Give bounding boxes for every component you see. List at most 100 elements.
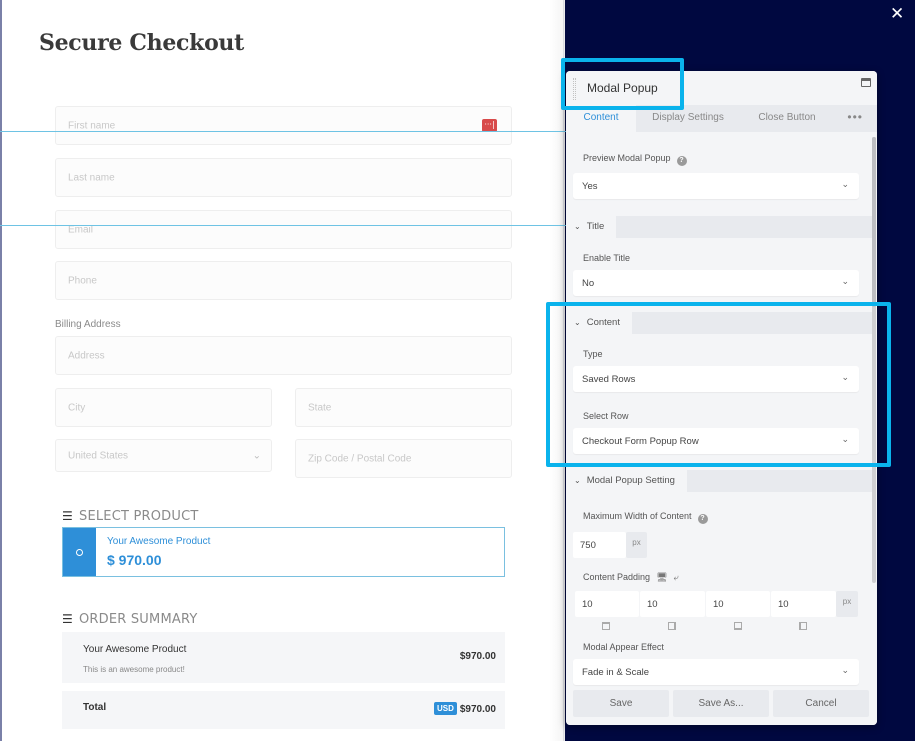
select-row-select[interactable]: Checkout Form Popup Row ⌄: [573, 428, 859, 454]
guide-line: [0, 225, 566, 226]
order-summary-heading: ☰ ORDER SUMMARY: [62, 612, 198, 627]
city-input[interactable]: City: [55, 388, 272, 427]
select-row-value: Checkout Form Popup Row: [582, 436, 699, 447]
scrollbar-thumb[interactable]: [872, 137, 876, 307]
chevron-down-icon: ⌄: [841, 434, 849, 444]
country-select[interactable]: United States ⌄: [55, 439, 272, 472]
chevron-down-icon: ⌄: [841, 276, 849, 286]
padding-left-icon: [799, 622, 807, 630]
last-name-input[interactable]: Last name: [55, 158, 512, 197]
country-value: United States: [68, 450, 129, 461]
tab-close-button[interactable]: Close Button: [744, 105, 830, 132]
guide-line: [0, 131, 566, 132]
padding-top-value: 10: [582, 599, 593, 610]
phone-input[interactable]: Phone: [55, 261, 512, 300]
padding-right-input[interactable]: 10: [640, 591, 705, 617]
panel-tabs: Content Display Settings Close Button ••…: [566, 105, 877, 132]
title-section-heading: Title: [586, 221, 605, 232]
enable-title-label: Enable Title: [583, 253, 631, 263]
padding-label-text: Content Padding: [583, 572, 651, 582]
padding-label: Content Padding 🖥 ⤶: [583, 572, 679, 583]
max-width-input[interactable]: 750: [573, 532, 626, 558]
order-total-row: Total USD $970.00: [62, 691, 505, 729]
padding-left-value: 10: [778, 599, 789, 610]
list-icon: ☰: [62, 509, 73, 523]
padding-top-icon: [602, 622, 610, 630]
help-icon[interactable]: ?: [697, 514, 708, 524]
modal-setting-section-heading: Modal Popup Setting: [586, 475, 675, 486]
drag-handle-icon[interactable]: [573, 78, 576, 100]
padding-right-value: 10: [647, 599, 658, 610]
chevron-down-icon: ⌄: [841, 179, 849, 189]
padding-bottom-input[interactable]: 10: [706, 591, 770, 617]
first-name-input[interactable]: First name ···|: [55, 106, 512, 145]
city-placeholder: City: [68, 402, 86, 413]
tab-display-settings[interactable]: Display Settings: [640, 105, 736, 132]
product-option[interactable]: Your Awesome Product $ 970.00: [62, 527, 505, 577]
appear-effect-value: Fade in & Scale: [582, 667, 650, 678]
checkout-page: Secure Checkout First name ···| Last nam…: [0, 0, 565, 741]
panel-header[interactable]: Modal Popup: [566, 71, 877, 105]
email-input[interactable]: Email: [55, 210, 512, 249]
preview-select[interactable]: Yes ⌄: [573, 173, 859, 199]
last-name-placeholder: Last name: [68, 172, 115, 183]
select-product-heading-text: SELECT PRODUCT: [79, 509, 199, 524]
title-section-toggle[interactable]: ⌄ Title: [566, 216, 617, 238]
more-tabs-icon[interactable]: •••: [847, 105, 863, 130]
page-edge-shadow: [550, 0, 565, 741]
select-product-heading: ☰ SELECT PRODUCT: [62, 509, 199, 524]
enable-title-value: No: [582, 278, 595, 289]
type-label: Type: [583, 349, 603, 359]
appear-effect-label: Modal Appear Effect: [583, 642, 664, 652]
address-input[interactable]: Address: [55, 336, 512, 375]
billing-address-label: Billing Address: [55, 319, 121, 330]
zip-input[interactable]: Zip Code / Postal Code: [295, 439, 512, 478]
padding-left-input[interactable]: 10: [771, 591, 836, 617]
desktop-icon[interactable]: 🖥: [656, 572, 667, 583]
list-icon: ☰: [62, 612, 73, 626]
padding-unit[interactable]: px: [836, 591, 858, 617]
product-name: Your Awesome Product: [107, 536, 211, 547]
content-section-toggle[interactable]: ⌄ Content: [566, 312, 632, 334]
state-placeholder: State: [308, 402, 332, 413]
product-radio-column: [63, 528, 96, 576]
close-icon[interactable]: ✕: [890, 4, 904, 24]
address-placeholder: Address: [68, 350, 105, 361]
total-price-wrap: USD $970.00: [433, 702, 496, 715]
chevron-down-icon: ⌄: [574, 222, 581, 231]
type-select[interactable]: Saved Rows ⌄: [573, 366, 859, 392]
modal-setting-section-toggle[interactable]: ⌄ Modal Popup Setting: [566, 470, 687, 492]
tab-content[interactable]: Content: [566, 105, 636, 132]
order-item-name: Your Awesome Product: [83, 644, 187, 655]
phone-placeholder: Phone: [68, 275, 97, 286]
link-icon[interactable]: ⤶: [674, 572, 679, 583]
content-section-heading: Content: [586, 317, 620, 328]
currency-badge: USD: [433, 702, 457, 715]
chevron-down-icon: ⌄: [252, 450, 261, 461]
select-row-label: Select Row: [583, 411, 629, 421]
save-button[interactable]: Save: [573, 690, 669, 717]
preview-label: Preview Modal Popup?: [583, 153, 687, 166]
enable-title-select[interactable]: No ⌄: [573, 270, 859, 296]
help-icon[interactable]: ?: [676, 156, 687, 166]
content-section-bar: ⌄ Content: [566, 312, 872, 334]
total-label: Total: [83, 702, 107, 713]
max-width-unit[interactable]: px: [626, 532, 647, 558]
padding-top-input[interactable]: 10: [575, 591, 639, 617]
chevron-down-icon: ⌄: [841, 665, 849, 675]
state-input[interactable]: State: [295, 388, 512, 427]
max-width-value: 750: [580, 540, 596, 551]
order-item-price: $970.00: [459, 651, 496, 662]
product-radio[interactable]: [76, 549, 83, 556]
chevron-down-icon: ⌄: [574, 318, 581, 327]
title-section-bar: ⌄ Title: [566, 216, 872, 238]
appear-effect-select[interactable]: Fade in & Scale ⌄: [573, 659, 859, 685]
settings-panel: Modal Popup Content Display Settings Clo…: [566, 71, 877, 725]
panel-footer: Save Save As... Cancel: [566, 687, 877, 725]
save-as-button[interactable]: Save As...: [673, 690, 769, 717]
chevron-down-icon: ⌄: [574, 476, 581, 485]
maximize-icon[interactable]: [861, 78, 871, 87]
panel-scroll-area: Preview Modal Popup? Yes ⌄ ⌄ Title Enable…: [566, 132, 877, 687]
cancel-button[interactable]: Cancel: [773, 690, 869, 717]
preview-label-text: Preview Modal Popup: [583, 153, 671, 163]
